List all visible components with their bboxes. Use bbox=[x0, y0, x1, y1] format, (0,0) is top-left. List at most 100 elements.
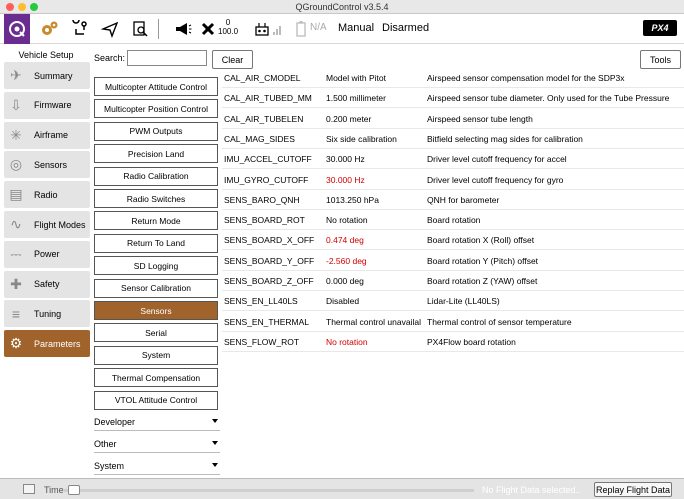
category-radio-switches-button[interactable]: Radio Switches bbox=[94, 189, 218, 208]
table-row[interactable]: CAL_AIR_CMODEL Model with Pitot Airspeed s… bbox=[222, 68, 684, 88]
param-value: 30.000 Hz bbox=[326, 174, 365, 185]
time-label: Time bbox=[44, 485, 64, 495]
param-value: 0.474 deg bbox=[326, 235, 364, 246]
route-icon[interactable] bbox=[68, 14, 92, 44]
gps-readout: 0 100.0 bbox=[218, 18, 238, 36]
sidebar-item-label: Summary bbox=[34, 70, 73, 81]
clear-button[interactable]: Clear bbox=[212, 50, 253, 69]
qgc-icon[interactable] bbox=[4, 14, 30, 44]
category-radio-calibration-button[interactable]: Radio Calibration bbox=[94, 166, 218, 186]
param-name: SENS_EN_THERMAL bbox=[224, 316, 310, 327]
param-value: No rotation bbox=[326, 215, 368, 226]
param-description: Bitfield selecting mag sides for calibra… bbox=[427, 133, 583, 144]
category-return-mode-button[interactable]: Return Mode bbox=[94, 211, 218, 231]
gear-icon[interactable] bbox=[36, 14, 62, 44]
category-multicopter-position-control-button[interactable]: Multicopter Position Control bbox=[94, 99, 218, 119]
sidebar-item-parameters[interactable]: ⚙ Parameters bbox=[4, 330, 90, 358]
signal-icon bbox=[272, 14, 284, 44]
category-vtol-attitude-control-button[interactable]: VTOL Attitude Control bbox=[94, 390, 218, 410]
category-return-to-land-button[interactable]: Return To Land bbox=[94, 233, 218, 253]
param-name: CAL_AIR_TUBED_MM bbox=[224, 93, 312, 104]
battery-icon[interactable] bbox=[294, 14, 308, 44]
category-sensors-button[interactable]: Sensors bbox=[94, 301, 218, 320]
airframe-icon: ✳ bbox=[10, 126, 22, 143]
category-multicopter-attitude-control-button[interactable]: Multicopter Attitude Control bbox=[94, 77, 218, 96]
time-slider-handle[interactable] bbox=[68, 485, 80, 495]
sidebar-item-sensors[interactable]: ◎ Sensors bbox=[4, 151, 90, 179]
param-name: CAL_AIR_CMODEL bbox=[224, 73, 301, 83]
param-description: Lidar-Lite (LL40LS) bbox=[427, 296, 500, 307]
sidebar-item-label: Firmware bbox=[34, 100, 72, 111]
param-description: Board rotation Y (Pitch) offset bbox=[427, 255, 539, 266]
rc-icon[interactable] bbox=[254, 14, 270, 44]
table-row[interactable]: IMU_ACCEL_CUTOFF 30.000 Hz Driver level cu… bbox=[222, 149, 684, 170]
arm-status[interactable]: Disarmed bbox=[382, 22, 429, 34]
sidebar-item-tuning[interactable]: ≡ Tuning bbox=[4, 300, 90, 328]
table-row[interactable]: SENS_BOARD_ROT No rotation Board rotation bbox=[222, 210, 684, 231]
gps-count: 0 bbox=[225, 18, 231, 27]
firmware-icon: ⇩ bbox=[10, 96, 22, 113]
replay-flight-data-button[interactable]: Replay Flight Data bbox=[594, 482, 672, 497]
time-slider[interactable] bbox=[64, 489, 474, 492]
sensors-icon: ◎ bbox=[9, 156, 23, 173]
sidebar-header: Vehicle Setup bbox=[18, 50, 74, 60]
category-sd-logging-button[interactable]: SD Logging bbox=[94, 256, 218, 276]
chevron-down-icon bbox=[212, 419, 218, 423]
gps-hdop: 100.0 bbox=[218, 27, 239, 36]
param-name: SENS_FLOW_ROT bbox=[224, 336, 300, 347]
table-row[interactable]: CAL_MAG_SIDES Six side calibration Bitfiel… bbox=[222, 129, 684, 149]
battery-readout: N/A bbox=[310, 22, 327, 33]
param-value: 0.200 meter bbox=[326, 113, 372, 124]
summary-icon: ✈ bbox=[10, 67, 22, 83]
table-row[interactable]: SENS_BARO_QNH 1013.250 hPa QNH for baromet… bbox=[222, 190, 684, 210]
toolbar-separator bbox=[158, 19, 159, 39]
sidebar-item-airframe[interactable]: ✳ Airframe bbox=[4, 121, 90, 149]
flight-mode-selector[interactable]: Manual bbox=[338, 22, 374, 34]
analyze-icon[interactable] bbox=[128, 14, 152, 44]
table-row[interactable]: IMU_GYRO_CUTOFF 30.000 Hz Driver level cut… bbox=[222, 170, 684, 190]
table-row[interactable]: SENS_EN_LL40LS Disabled Lidar-Lite (LL40LS… bbox=[222, 291, 684, 312]
sidebar-item-firmware[interactable]: ⇩ Firmware bbox=[4, 91, 90, 119]
category-thermal-compensation-button[interactable]: Thermal Compensation bbox=[94, 368, 218, 388]
table-row[interactable]: SENS_BOARD_Z_OFF 0.000 deg Board rotation … bbox=[222, 271, 684, 291]
param-value: Disabled bbox=[326, 296, 360, 307]
group-system-dropdown[interactable]: System bbox=[94, 457, 220, 475]
sidebar-item-safety[interactable]: ✚ Safety bbox=[4, 270, 90, 298]
group-other-dropdown[interactable]: Other bbox=[94, 435, 220, 453]
param-value: 1.500 millimeter bbox=[326, 93, 386, 104]
table-row[interactable]: SENS_BOARD_Y_OFF -2.560 deg Board rotation… bbox=[222, 251, 684, 271]
param-description: Board rotation bbox=[427, 215, 481, 226]
param-value: 1013.250 hPa bbox=[326, 194, 379, 205]
tools-button[interactable]: Tools bbox=[640, 50, 681, 69]
table-row[interactable]: SENS_BOARD_X_OFF 0.474 deg Board rotation … bbox=[222, 230, 684, 251]
send-icon[interactable] bbox=[98, 14, 122, 44]
sidebar-item-label: Radio bbox=[34, 189, 58, 200]
group-developer-dropdown[interactable]: Developer bbox=[94, 413, 220, 431]
flight-modes-icon: ∿ bbox=[10, 216, 22, 232]
category-sensor-calibration-button[interactable]: Sensor Calibration bbox=[94, 278, 218, 298]
sidebar-item-radio[interactable]: ▤ Radio bbox=[4, 181, 90, 209]
sidebar-item-power[interactable]: ⎓ Power bbox=[4, 240, 90, 268]
param-value: -2.560 deg bbox=[326, 255, 367, 266]
sidebar-item-flight-modes[interactable]: ∿ Flight Modes bbox=[4, 211, 90, 238]
table-row[interactable]: CAL_AIR_TUBELEN 0.200 meter Airspeed senso… bbox=[222, 109, 684, 129]
table-row[interactable]: SENS_FLOW_ROT No rotation PX4Flow board ro… bbox=[222, 332, 684, 352]
param-value: Thermal control unavailal bbox=[326, 316, 421, 327]
sidebar-item-label: Parameters bbox=[34, 338, 81, 349]
category-system-button[interactable]: System bbox=[94, 345, 218, 365]
param-name: IMU_GYRO_CUTOFF bbox=[224, 174, 309, 185]
category-precision-land-button[interactable]: Precision Land bbox=[94, 144, 218, 164]
table-row[interactable]: SENS_EN_THERMAL Thermal control unavailal… bbox=[222, 312, 684, 332]
toggle-panel-icon[interactable] bbox=[23, 484, 35, 494]
param-value: 30.000 Hz bbox=[326, 154, 365, 165]
param-name: SENS_BOARD_ROT bbox=[224, 215, 305, 226]
category-pwm-outputs-button[interactable]: PWM Outputs bbox=[94, 121, 218, 141]
chevron-down-icon bbox=[212, 441, 218, 445]
satellite-icon[interactable] bbox=[198, 14, 218, 44]
param-description: Board rotation Z (YAW) offset bbox=[427, 276, 538, 286]
sidebar-item-summary[interactable]: ✈ Summary bbox=[4, 62, 90, 89]
search-input[interactable] bbox=[127, 50, 207, 66]
category-serial-button[interactable]: Serial bbox=[94, 323, 218, 343]
megaphone-icon[interactable] bbox=[172, 14, 194, 44]
table-row[interactable]: CAL_AIR_TUBED_MM 1.500 millimeter Airspeed… bbox=[222, 88, 684, 109]
